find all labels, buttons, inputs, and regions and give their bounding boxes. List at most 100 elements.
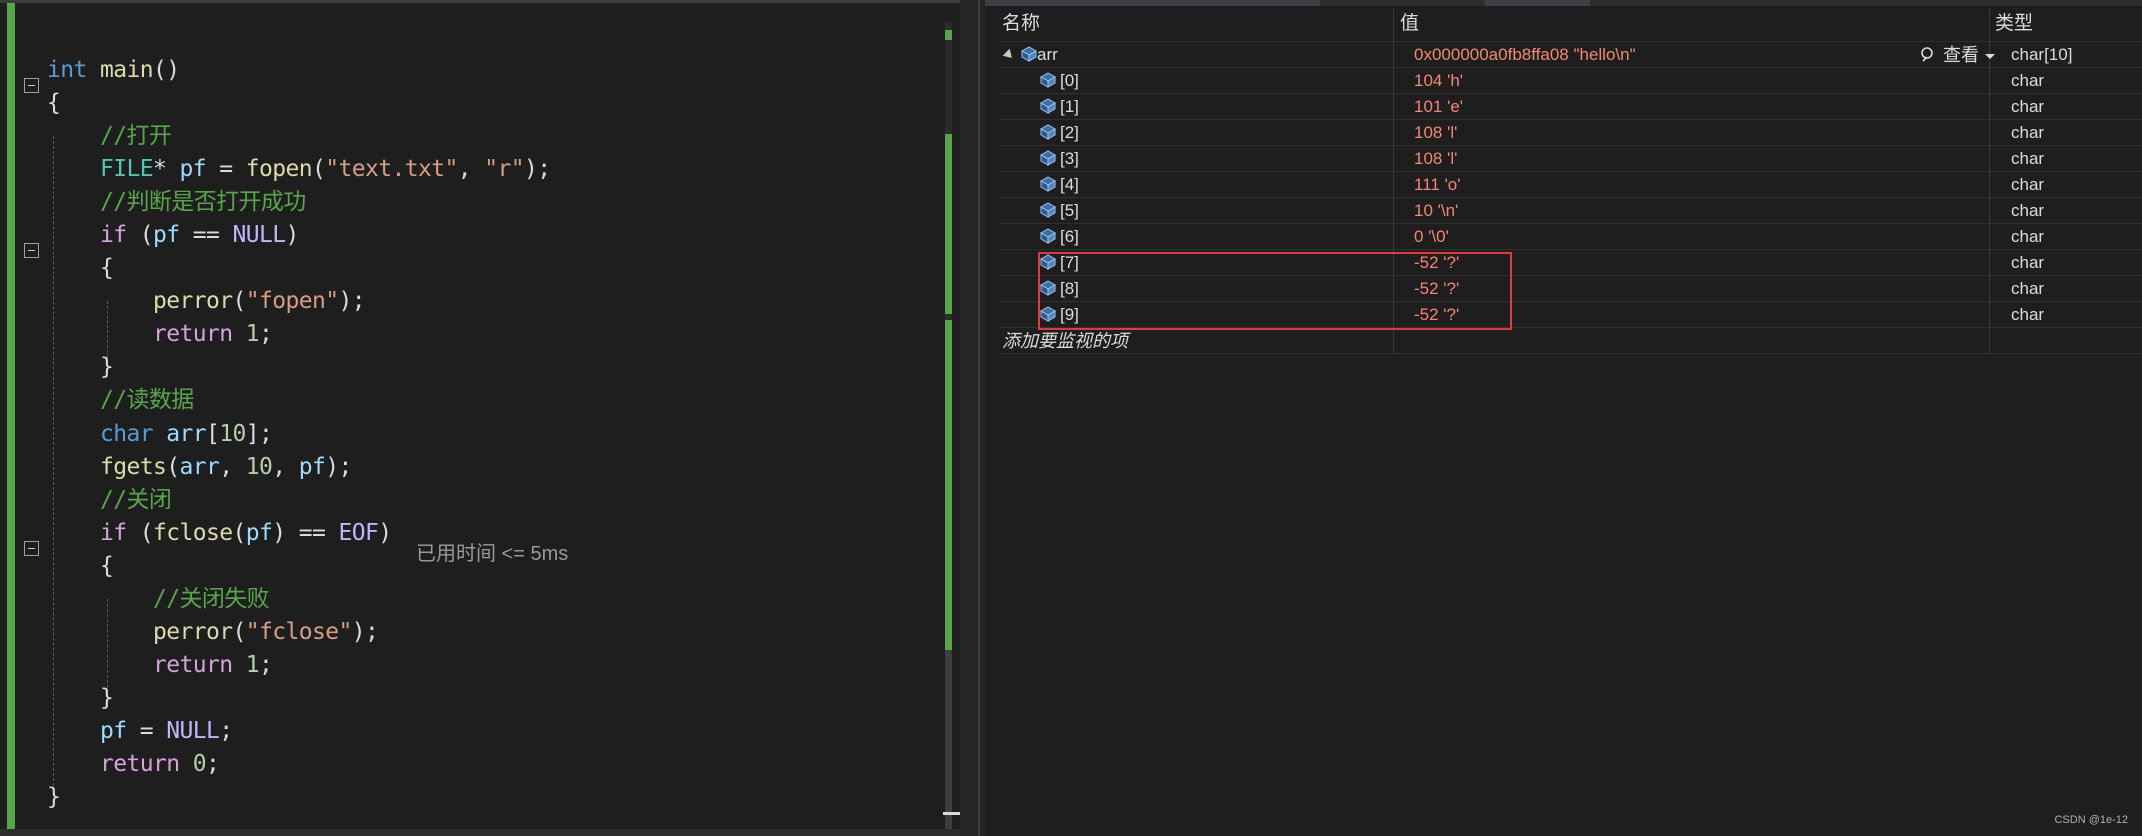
watch-value[interactable]: 108 'l' <box>1414 120 1457 146</box>
pane-splitter[interactable] <box>960 0 985 836</box>
column-header-name[interactable]: 名称 <box>1002 9 1040 39</box>
watch-type: char <box>2011 97 2045 116</box>
collapse-arrow-icon[interactable] <box>1002 48 1016 62</box>
code-token: ( <box>312 156 326 182</box>
code-token: FILE <box>100 156 154 182</box>
add-watch-input[interactable]: 添加要监视的项 <box>1002 328 1128 354</box>
code-token: pf <box>179 156 207 182</box>
column-header-value[interactable]: 值 <box>1400 9 1419 39</box>
code-line[interactable]: { <box>47 87 61 120</box>
code-line[interactable]: if (fclose(pf) == EOF) <box>47 517 392 550</box>
code-token: "text.txt" <box>325 156 458 182</box>
code-token: 0 <box>192 751 207 777</box>
watch-name: [6] <box>1060 227 1079 246</box>
code-line[interactable]: return 1; <box>47 318 273 351</box>
collapse-main-icon[interactable] <box>24 78 39 93</box>
column-header-type[interactable]: 类型 <box>1995 9 2033 39</box>
code-line[interactable]: pf = NULL; <box>47 715 233 748</box>
watch-value[interactable]: 108 'l' <box>1414 146 1457 172</box>
watch-name: [2] <box>1060 123 1079 142</box>
watch-name: [0] <box>1060 71 1079 90</box>
code-token: "fopen" <box>245 288 339 314</box>
watch-row[interactable]: [2] 108 'l' char <box>999 119 2142 146</box>
watch-tab[interactable] <box>1485 0 1590 6</box>
code-token: ); <box>325 454 352 480</box>
code-token: [ <box>206 421 220 447</box>
add-watch-row[interactable]: 添加要监视的项 <box>999 327 2142 354</box>
code-line[interactable]: { <box>47 550 114 583</box>
watch-window[interactable]: 名称 值 类型 arr 0x000000a0fb8ffa08 "hello\n"… <box>985 0 2142 836</box>
variable-icon <box>1039 72 1057 88</box>
code-editor[interactable]: int main(){ //打开 FILE* pf = fopen("text.… <box>0 0 960 836</box>
code-token: main <box>100 57 154 83</box>
watch-type: char <box>2011 201 2045 220</box>
watch-value[interactable]: 104 'h' <box>1414 68 1463 94</box>
collapse-if-null-icon[interactable] <box>24 243 39 258</box>
perf-tip: 已用时间 <= 5ms <box>416 543 569 565</box>
code-token: () <box>153 57 180 83</box>
editor-scrollbar[interactable] <box>943 22 960 836</box>
code-token: { <box>47 255 114 281</box>
watch-row[interactable]: [5] 10 '\n' char <box>999 197 2142 224</box>
code-token: ( <box>232 288 246 314</box>
code-token: "r" <box>484 156 524 182</box>
code-token: 10 <box>245 454 273 480</box>
code-token: arr <box>179 454 220 480</box>
code-line[interactable]: if (pf == NULL) <box>47 219 299 252</box>
code-line[interactable]: return 1; <box>47 649 273 682</box>
watch-name: [1] <box>1060 97 1079 116</box>
code-token: //判断是否打开成功 <box>100 189 306 215</box>
code-token: arr <box>166 421 206 447</box>
text-visualizer[interactable]: 查看 <box>1920 42 1996 68</box>
collapse-if-fclose-icon[interactable] <box>24 541 39 556</box>
watch-row[interactable]: [3] 108 'l' char <box>999 145 2142 172</box>
code-token: //读数据 <box>100 387 194 413</box>
code-line[interactable]: perror("fclose"); <box>47 616 379 649</box>
code-line[interactable]: fgets(arr, 10, pf); <box>47 451 352 484</box>
code-line[interactable]: return 0; <box>47 748 220 781</box>
code-line[interactable]: int main() <box>47 54 180 87</box>
code-line[interactable]: } <box>47 781 61 814</box>
code-line[interactable]: //打开 <box>47 120 172 153</box>
watch-row[interactable]: [6] 0 '\0' char <box>999 223 2142 250</box>
watch-row[interactable]: [4] 111 'o' char <box>999 171 2142 198</box>
code-line[interactable]: } <box>47 682 114 715</box>
watch-value[interactable]: 0x000000a0fb8ffa08 "hello\n" <box>1414 42 1636 68</box>
scrollbar-caret-marker <box>943 812 960 815</box>
watch-value[interactable]: 111 'o' <box>1414 172 1461 198</box>
code-token: 1 <box>245 652 260 678</box>
watch-row[interactable]: [1] 101 'e' char <box>999 93 2142 120</box>
code-token: perror <box>152 288 233 314</box>
code-line[interactable]: { <box>47 252 114 285</box>
code-token: == <box>179 222 233 248</box>
code-line[interactable]: } <box>47 351 114 384</box>
code-token: ( <box>232 619 246 645</box>
scrollbar-thumb[interactable] <box>945 650 952 836</box>
magnifier-icon <box>1921 47 1933 62</box>
code-line[interactable]: FILE* pf = fopen("text.txt", "r"); <box>47 153 551 186</box>
code-token: //打开 <box>100 123 172 149</box>
code-line[interactable]: //关闭失败 <box>47 583 270 616</box>
watch-row-root[interactable]: arr 0x000000a0fb8ffa08 "hello\n" 查看 char… <box>999 41 2142 68</box>
code-line[interactable]: //读数据 <box>47 384 194 417</box>
watch-value[interactable]: 0 '\0' <box>1414 224 1449 250</box>
code-token: fclose <box>153 520 233 546</box>
watch-value[interactable]: 101 'e' <box>1414 94 1463 120</box>
code-token: pf <box>298 454 326 480</box>
watch-type: char <box>2011 123 2045 142</box>
code-line[interactable]: perror("fopen"); <box>47 285 366 318</box>
code-line[interactable]: char arr[10]; <box>47 418 273 451</box>
code-line[interactable]: //判断是否打开成功 <box>47 186 306 219</box>
code-token: //关闭失败 <box>152 586 270 612</box>
watch-value[interactable]: 10 '\n' <box>1414 198 1458 224</box>
code-line[interactable]: //关闭 <box>47 484 172 517</box>
code-token: , <box>272 454 299 480</box>
watch-tab[interactable] <box>985 0 1320 6</box>
watch-row[interactable]: [0] 104 'h' char <box>999 67 2142 94</box>
